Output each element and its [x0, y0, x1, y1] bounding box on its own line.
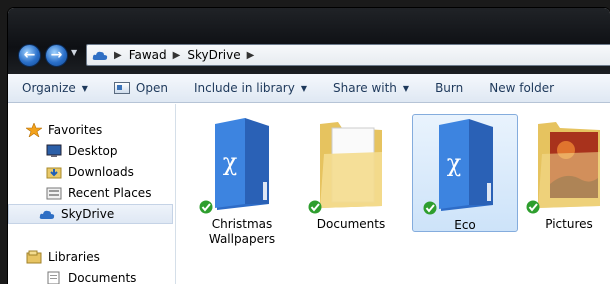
star-icon	[25, 122, 43, 138]
organize-button[interactable]: Organize ▼	[22, 81, 88, 95]
file-name: Pictures	[545, 217, 593, 231]
chevron-down-icon: ▼	[402, 83, 410, 93]
navigation-pane: Favorites Desktop Downloads Recent Place…	[8, 104, 176, 284]
recent-pages-dropdown[interactable]: ▼	[71, 48, 77, 57]
arrow-right-icon: →	[50, 47, 63, 63]
chevron-down-icon: ▼	[81, 83, 88, 93]
skydrive-cloud-icon	[39, 207, 55, 221]
recent-places-icon	[46, 186, 62, 200]
back-button[interactable]: ←	[18, 44, 41, 67]
share-with-button[interactable]: Share with ▼	[333, 81, 409, 95]
nav-libraries[interactable]: Libraries	[8, 247, 191, 267]
breadcrumb-skydrive[interactable]: SkyDrive	[187, 48, 240, 62]
svg-text:χ: χ	[447, 149, 462, 177]
downloads-folder-icon	[46, 165, 62, 179]
file-item-pictures[interactable]: Pictures	[516, 114, 610, 232]
file-name: Documents	[316, 217, 386, 231]
file-list: χ Christmas Wallpapers Documents χ Eco P…	[176, 104, 610, 284]
chevron-down-icon: ▼	[300, 83, 307, 93]
skydrive-blue-folder-icon: χ	[423, 119, 493, 215]
forward-button[interactable]: →	[45, 44, 68, 67]
address-bar[interactable]: ▶ Fawad ▶ SkyDrive ▶	[86, 44, 610, 66]
breadcrumb-fawad[interactable]: Fawad	[129, 48, 167, 62]
file-name: Christmas Wallpapers	[208, 217, 276, 246]
file-name: Eco	[454, 218, 476, 232]
libraries-icon	[26, 250, 42, 264]
desktop-icon	[46, 144, 62, 158]
command-bar: Organize ▼ Open Include in library ▼ Share…	[8, 74, 610, 103]
breadcrumb-separator-icon[interactable]: ▶	[173, 50, 181, 61]
yellow-folder-pictures-icon	[526, 122, 600, 214]
svg-text:χ: χ	[223, 148, 238, 176]
breadcrumb-separator-icon[interactable]: ▶	[247, 50, 255, 61]
file-item-eco[interactable]: χ Eco	[412, 114, 518, 232]
window-icon	[113, 82, 130, 94]
open-button[interactable]: Open	[113, 81, 168, 95]
yellow-folder-documents-icon	[308, 122, 382, 214]
file-item-documents[interactable]: Documents	[298, 114, 404, 232]
new-folder-button[interactable]: New folder	[489, 81, 554, 95]
skydrive-blue-folder-icon: χ	[199, 118, 269, 214]
burn-button[interactable]: Burn	[435, 81, 463, 95]
nav-favorites[interactable]: Favorites	[8, 120, 191, 140]
breadcrumb-separator-icon[interactable]: ▶	[114, 50, 122, 61]
title-bar: ← → ▼ ▶ Fawad ▶ SkyDrive ▶	[8, 8, 610, 74]
arrow-left-icon: ←	[23, 47, 36, 63]
explorer-window: ← → ▼ ▶ Fawad ▶ SkyDrive ▶ Organize ▼ Ope…	[8, 8, 610, 284]
include-in-library-button[interactable]: Include in library ▼	[194, 81, 307, 95]
file-item-christmas-wallpapers[interactable]: χ Christmas Wallpapers	[189, 114, 295, 246]
documents-library-icon	[46, 271, 62, 284]
nav-skydrive[interactable]: SkyDrive	[8, 204, 173, 224]
skydrive-cloud-icon	[92, 50, 108, 60]
